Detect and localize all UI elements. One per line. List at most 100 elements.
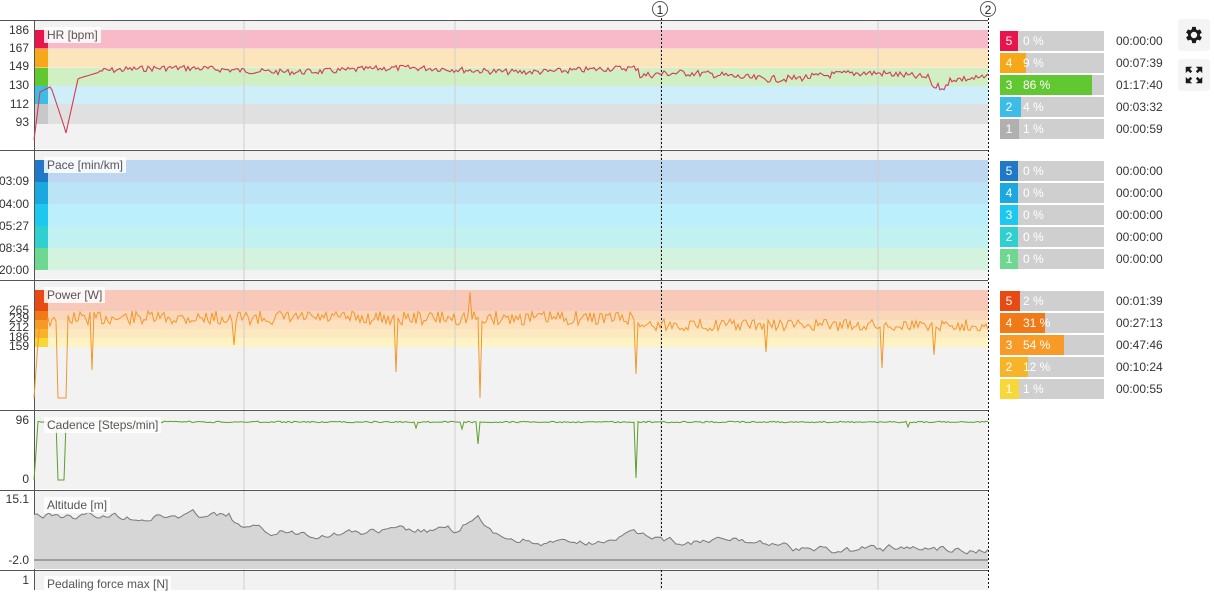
zone-row: 5 0 % 00:00:00 [1000,161,1170,181]
zone-time: 00:00:59 [1116,122,1163,136]
zone-swatch [34,49,48,68]
y-tick-label: 03:09 [0,174,29,188]
zone-number: 2 [1000,97,1018,117]
zone-percent: 1 % [1023,382,1044,396]
zone-row: 5 2 % 00:01:39 [1000,291,1170,311]
y-tick-label: 186 [9,23,29,37]
zone-bar: 9 % [1018,53,1104,73]
zone-row: 2 12 % 00:10:24 [1000,357,1170,377]
zone-bar: 0 % [1018,227,1104,247]
zone-time: 00:47:46 [1116,338,1163,352]
gear-icon [1186,26,1202,44]
zone-swatch [34,320,48,329]
zone-time: 00:27:13 [1116,316,1163,330]
y-tick-label: 1 [22,573,29,587]
y-tick-label: 149 [9,59,29,73]
y-tick-label: -2.0 [8,553,29,567]
zone-swatch [34,226,48,248]
y-tick-label: 159 [9,339,29,353]
zone-bar-fill [1018,97,1021,117]
zone-time: 00:10:24 [1116,360,1163,374]
zone-bar: 4 % [1018,97,1104,117]
zone-swatch [34,329,48,338]
zone-row: 4 0 % 00:00:00 [1000,183,1170,203]
zone-row: 4 31 % 00:27:13 [1000,313,1170,333]
zone-number: 4 [1000,53,1018,73]
zone-band [48,30,988,49]
zone-row: 3 54 % 00:47:46 [1000,335,1170,355]
zone-row: 4 9 % 00:07:39 [1000,53,1170,73]
expand-icon [1185,66,1203,84]
zone-percent: 0 % [1023,230,1044,244]
zone-band [48,204,988,226]
zone-time: 00:00:00 [1116,164,1163,178]
zone-bar-fill [1018,291,1020,311]
zone-number: 4 [1000,313,1018,333]
y-tick-label: 15.1 [6,492,30,506]
zone-band [48,248,988,270]
zone-percent: 0 % [1023,208,1044,222]
y-tick-label: 04:00 [0,197,29,211]
y-tick-label: 130 [9,78,29,92]
zone-bar: 86 % [1018,75,1104,95]
y-tick-label: 167 [9,41,29,55]
zone-band [48,86,988,104]
lap-marker-2[interactable]: 2 [980,1,996,17]
zone-number: 3 [1000,335,1018,355]
zone-bar: 0 % [1018,205,1104,225]
settings-button[interactable] [1178,19,1210,51]
zone-percent: 2 % [1023,294,1044,308]
zone-percent: 0 % [1023,34,1044,48]
lap-marker-1[interactable]: 1 [652,1,668,17]
zone-percent: 0 % [1023,164,1044,178]
zone-row: 2 0 % 00:00:00 [1000,227,1170,247]
zone-number: 1 [1000,379,1018,399]
zone-number: 1 [1000,249,1018,269]
zone-band [48,68,988,87]
zone-swatch [34,248,48,270]
y-tick-label: 20:00 [0,263,29,277]
analysis-chart[interactable]: 186 167 149 130 112 93 03:09 04:00 05:27 08:34 20:… [0,0,1000,592]
zone-time: 00:00:00 [1116,252,1163,266]
zone-bar: 31 % [1018,313,1104,333]
zone-number: 5 [1000,31,1018,51]
zone-row: 1 0 % 00:00:00 [1000,249,1170,269]
hr-panel-label: HR [bpm] [44,27,101,43]
zone-number: 3 [1000,75,1018,95]
zone-band [34,104,988,124]
panel-background [34,570,988,590]
zone-band [48,290,988,311]
zone-bar: 0 % [1018,183,1104,203]
zone-percent: 86 % [1023,78,1051,92]
zone-time: 00:01:39 [1116,294,1163,308]
zone-bar: 1 % [1018,379,1104,399]
zone-time: 00:00:00 [1116,230,1163,244]
zone-percent: 9 % [1023,56,1044,70]
zone-bar: 0 % [1018,31,1104,51]
zone-time: 00:00:55 [1116,382,1163,396]
y-tick-label: 0 [22,472,29,486]
zone-row: 2 4 % 00:03:32 [1000,97,1170,117]
zone-row: 3 0 % 00:00:00 [1000,205,1170,225]
zone-number: 2 [1000,227,1018,247]
zone-bar: 0 % [1018,161,1104,181]
y-tick-label: 93 [16,115,30,129]
zone-swatch [34,204,48,226]
zone-band [48,338,988,347]
zone-bar: 2 % [1018,291,1104,311]
zone-number: 4 [1000,183,1018,203]
zone-bar: 0 % [1018,249,1104,269]
zone-percent: 4 % [1023,100,1044,114]
zone-percent: 31 % [1023,316,1051,330]
zone-percent: 0 % [1023,252,1044,266]
zone-number: 3 [1000,205,1018,225]
zone-row: 3 86 % 01:17:40 [1000,75,1170,95]
zone-band [48,182,988,204]
zone-row: 5 0 % 00:00:00 [1000,31,1170,51]
fullscreen-button[interactable] [1178,59,1210,91]
zone-time: 00:00:00 [1116,34,1163,48]
chart-canvas[interactable]: 1861671491301129303:0904:0005:2708:3420:… [0,0,1000,590]
zone-band [48,49,988,68]
y-tick-label: 112 [10,97,29,111]
zone-number: 1 [1000,119,1018,139]
